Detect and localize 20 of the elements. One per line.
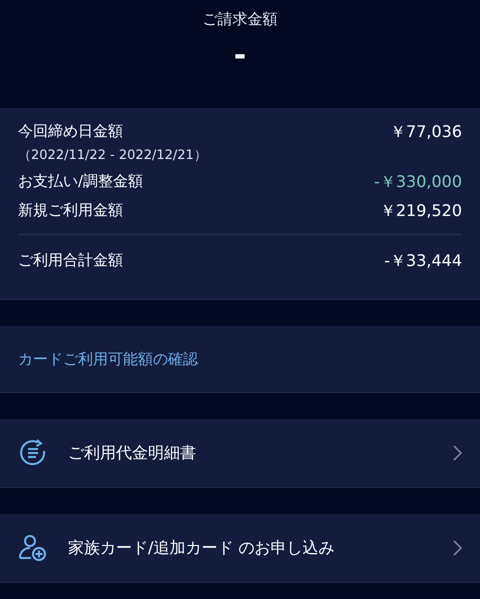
add-person-icon: [18, 533, 48, 563]
header-title: ご請求金額: [202, 10, 278, 29]
amount-value: ￥77,036: [390, 122, 462, 143]
chevron-right-icon: [453, 540, 462, 556]
menu-item[interactable]: ご利用代金明細書: [0, 419, 480, 488]
amount-label: 新規ご利用金額: [18, 201, 123, 220]
amount-value: ￥219,520: [380, 201, 462, 222]
list-refresh-icon: [18, 438, 48, 468]
billing-amount: -: [234, 41, 246, 71]
amount-label: お支払い/調整金額: [18, 172, 144, 191]
amount-value: -￥330,000: [374, 172, 462, 193]
available-credit-link[interactable]: カードご利用可能額の確認: [18, 350, 198, 368]
amount-label: 今回締め日金額: [18, 122, 124, 141]
chevron-right-icon: [453, 445, 462, 461]
menu-label: 家族カード/追加カード のお申し込み: [68, 538, 336, 558]
period-text: （2022/11/22 - 2022/12/21）: [18, 147, 207, 164]
menu-item[interactable]: 家族カード/追加カード のお申し込み: [0, 514, 480, 583]
total-value: -￥33,444: [384, 251, 462, 272]
menu-label: ご利用代金明細書: [68, 442, 197, 464]
total-label: ご利用合計金額: [18, 251, 123, 270]
